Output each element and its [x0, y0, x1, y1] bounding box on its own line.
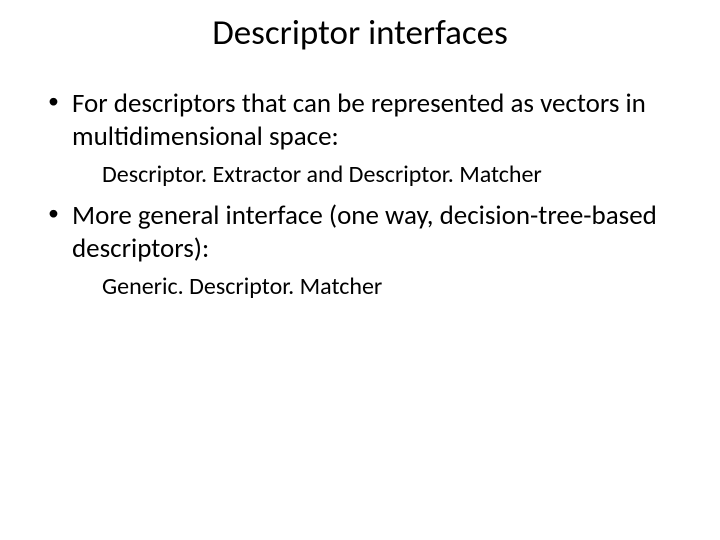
code-ref: Descriptor. Matcher: [349, 160, 542, 189]
bullet-list: For descriptors that can be represented …: [44, 88, 676, 302]
bullet-item: For descriptors that can be represented …: [44, 88, 676, 190]
separator-text: and: [301, 160, 349, 189]
slide: Descriptor interfaces For descriptors th…: [0, 0, 720, 540]
bullet-item: More general interface (one way, decisio…: [44, 200, 676, 302]
bullet-sub: Generic. Descriptor. Matcher: [72, 272, 676, 302]
code-ref: Descriptor. Extractor: [102, 160, 301, 189]
bullet-sub: Descriptor. Extractor and Descriptor. Ma…: [72, 160, 676, 190]
slide-title: Descriptor interfaces: [44, 12, 676, 54]
bullet-text: More general interface (one way, decisio…: [72, 199, 657, 265]
bullet-text: For descriptors that can be represented …: [72, 87, 646, 153]
code-ref: Generic. Descriptor. Matcher: [102, 272, 382, 301]
